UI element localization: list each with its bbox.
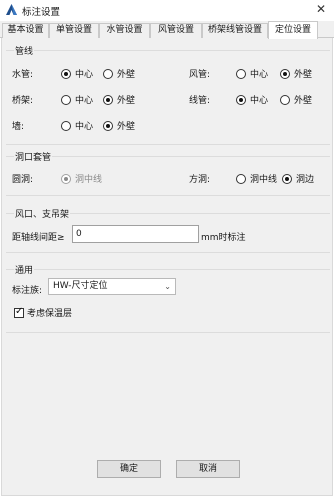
square-hole-edge-radio[interactable]: 洞边	[282, 172, 314, 185]
square-hole-edge-label: 洞边	[296, 175, 315, 185]
ok-button[interactable]: 确定	[97, 460, 161, 478]
conduit-outer-radio[interactable]: 外壁	[280, 93, 312, 106]
conduit-label: 线管:	[189, 96, 211, 106]
title-bar: 标注设置 ✕	[0, 0, 334, 20]
insulation-label: 考虑保温层	[27, 309, 73, 319]
tray-outer-label: 外壁	[117, 96, 136, 106]
support-group-title: 风口、支吊架	[14, 207, 71, 220]
cancel-button[interactable]: 取消	[176, 460, 240, 478]
tab-bar: 基本设置 单管设置 水管设置 风管设置 桥架线管设置 定位设置	[0, 21, 334, 39]
radio-unselected-icon	[61, 120, 71, 131]
tray-outer-radio[interactable]: 外壁	[103, 93, 135, 106]
radio-unselected-icon	[236, 173, 246, 184]
insulation-checkbox[interactable]: 考虑保温层	[14, 306, 72, 319]
app-logo-icon	[6, 4, 17, 15]
duct-center-label: 中心	[250, 70, 269, 80]
tab-single-pipe-settings[interactable]: 单管设置	[49, 23, 99, 38]
round-hole-centerline-radio: 洞中线	[61, 172, 102, 185]
water-outer-radio[interactable]: 外壁	[103, 67, 135, 80]
style-family-select[interactable]: HW-尺寸定位 ⌄	[48, 278, 176, 295]
style-family-value: HW-尺寸定位	[53, 281, 108, 291]
wall-center-label: 中心	[75, 122, 94, 132]
wall-center-radio[interactable]: 中心	[61, 119, 93, 132]
radio-selected-icon	[282, 173, 292, 184]
axis-distance-suffix: mm时标注	[201, 233, 246, 243]
radio-selected-icon	[61, 68, 71, 79]
axis-distance-input[interactable]: 0	[72, 225, 199, 243]
tray-label: 桥架:	[12, 96, 34, 106]
conduit-outer-label: 外壁	[294, 96, 313, 106]
tab-tray-conduit-settings[interactable]: 桥架线管设置	[202, 23, 268, 38]
duct-outer-radio[interactable]: 外壁	[280, 67, 312, 80]
wall-outer-radio[interactable]: 外壁	[103, 119, 135, 132]
axis-distance-label: 距轴线间距≥	[12, 233, 65, 243]
tab-positioning-settings[interactable]: 定位设置	[268, 21, 318, 39]
tab-duct-settings[interactable]: 风管设置	[150, 23, 202, 38]
square-hole-centerline-radio[interactable]: 洞中线	[236, 172, 277, 185]
radio-disabled-icon	[61, 173, 71, 184]
chevron-down-icon: ⌄	[164, 282, 171, 291]
tray-center-label: 中心	[75, 96, 94, 106]
round-hole-label: 圆洞:	[12, 175, 34, 185]
radio-unselected-icon	[103, 68, 113, 79]
openings-group-title: 洞口套管	[14, 150, 53, 163]
conduit-center-radio[interactable]: 中心	[236, 93, 268, 106]
round-hole-centerline-label: 洞中线	[75, 175, 103, 185]
general-group-title: 通用	[14, 263, 35, 276]
duct-center-radio[interactable]: 中心	[236, 67, 268, 80]
square-hole-label: 方洞:	[189, 175, 211, 185]
water-center-label: 中心	[75, 70, 94, 80]
pipeline-group-title: 管线	[14, 44, 35, 57]
close-icon[interactable]: ✕	[316, 2, 326, 16]
water-outer-label: 外壁	[117, 70, 136, 80]
tray-center-radio[interactable]: 中心	[61, 93, 93, 106]
settings-panel: 管线 水管: 中心 外壁 风管: 中心 外壁 桥架: 中心 外壁 线管: 中心 …	[1, 38, 333, 496]
radio-selected-icon	[236, 94, 246, 105]
duct-label: 风管:	[189, 70, 211, 80]
water-center-radio[interactable]: 中心	[61, 67, 93, 80]
tab-basic-settings[interactable]: 基本设置	[2, 23, 49, 38]
wall-label: 墙:	[12, 122, 25, 132]
radio-unselected-icon	[61, 94, 71, 105]
duct-outer-label: 外壁	[294, 70, 313, 80]
water-pipe-label: 水管:	[12, 70, 34, 80]
checkbox-checked-icon	[14, 306, 24, 318]
radio-selected-icon	[103, 120, 113, 131]
radio-selected-icon	[280, 68, 290, 79]
wall-outer-label: 外壁	[117, 122, 136, 132]
tab-water-pipe-settings[interactable]: 水管设置	[99, 23, 150, 38]
radio-selected-icon	[103, 94, 113, 105]
radio-unselected-icon	[236, 68, 246, 79]
window-title: 标注设置	[22, 7, 61, 18]
radio-unselected-icon	[280, 94, 290, 105]
conduit-center-label: 中心	[250, 96, 269, 106]
square-hole-centerline-label: 洞中线	[250, 175, 278, 185]
style-family-label: 标注族:	[12, 286, 43, 296]
